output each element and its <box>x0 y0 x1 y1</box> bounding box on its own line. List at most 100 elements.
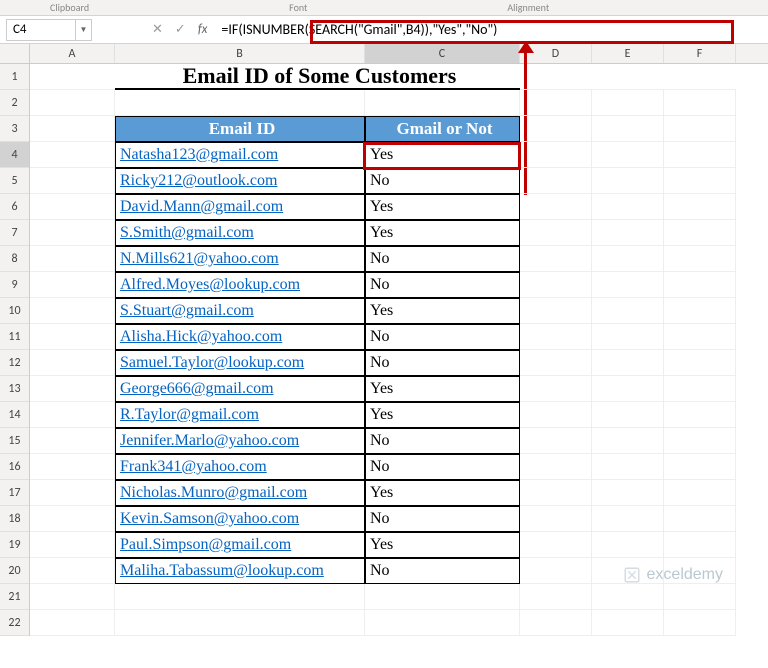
result-cell[interactable]: No <box>365 246 520 272</box>
cell-a15[interactable] <box>30 428 115 454</box>
result-cell[interactable]: No <box>365 324 520 350</box>
cell-d8[interactable] <box>520 246 592 272</box>
cell-e7[interactable] <box>592 220 664 246</box>
email-cell[interactable]: Samuel.Taylor@lookup.com <box>115 350 365 376</box>
name-box-dropdown[interactable]: ▼ <box>76 19 92 41</box>
email-cell[interactable]: S.Smith@gmail.com <box>115 220 365 246</box>
cell-a16[interactable] <box>30 454 115 480</box>
cell-d2[interactable] <box>520 90 592 116</box>
cell-e4[interactable] <box>592 142 664 168</box>
cell-f10[interactable] <box>664 298 736 324</box>
row-header-18[interactable]: 18 <box>0 506 29 532</box>
cell-f2[interactable] <box>664 90 736 116</box>
email-link[interactable]: Ricky212@outlook.com <box>120 172 277 190</box>
cell-d20[interactable] <box>520 558 592 584</box>
email-cell[interactable]: Frank341@yahoo.com <box>115 454 365 480</box>
select-all-corner[interactable] <box>0 44 30 63</box>
email-link[interactable]: Nicholas.Munro@gmail.com <box>120 484 307 502</box>
row-header-17[interactable]: 17 <box>0 480 29 506</box>
cell-f15[interactable] <box>664 428 736 454</box>
cell-a11[interactable] <box>30 324 115 350</box>
result-cell[interactable]: No <box>365 168 520 194</box>
cell-a4[interactable] <box>30 142 115 168</box>
row-header-1[interactable]: 1 <box>0 64 29 90</box>
cell-a7[interactable] <box>30 220 115 246</box>
cell-f7[interactable] <box>664 220 736 246</box>
cell-a12[interactable] <box>30 350 115 376</box>
cell-e12[interactable] <box>592 350 664 376</box>
cell-d15[interactable] <box>520 428 592 454</box>
email-link[interactable]: Alisha.Hick@yahoo.com <box>120 328 282 346</box>
email-cell[interactable]: Natasha123@gmail.com <box>115 142 365 168</box>
cell-f18[interactable] <box>664 506 736 532</box>
row-header-11[interactable]: 11 <box>0 324 29 350</box>
cell-d6[interactable] <box>520 194 592 220</box>
cell-e5[interactable] <box>592 168 664 194</box>
email-link[interactable]: Maliha.Tabassum@lookup.com <box>120 562 324 580</box>
cell-a5[interactable] <box>30 168 115 194</box>
name-box[interactable]: C4 <box>6 19 76 41</box>
result-cell[interactable]: No <box>365 558 520 584</box>
email-cell[interactable]: Nicholas.Munro@gmail.com <box>115 480 365 506</box>
cell-d4[interactable] <box>520 142 592 168</box>
cell-a8[interactable] <box>30 246 115 272</box>
cell-d21[interactable] <box>520 584 592 610</box>
email-cell[interactable]: Alisha.Hick@yahoo.com <box>115 324 365 350</box>
header-email-id[interactable]: Email ID <box>115 116 365 142</box>
cell-e22[interactable] <box>592 610 664 636</box>
cell-d12[interactable] <box>520 350 592 376</box>
cell-a14[interactable] <box>30 402 115 428</box>
email-cell[interactable]: Alfred.Moyes@lookup.com <box>115 272 365 298</box>
result-cell[interactable]: No <box>365 454 520 480</box>
cell-f6[interactable] <box>664 194 736 220</box>
cell-e17[interactable] <box>592 480 664 506</box>
email-link[interactable]: Jennifer.Marlo@yahoo.com <box>120 432 299 450</box>
col-header-f[interactable]: F <box>664 44 736 63</box>
cell-d13[interactable] <box>520 376 592 402</box>
fx-icon[interactable]: fx <box>198 22 208 37</box>
enter-icon[interactable]: ✓ <box>175 22 186 37</box>
cell-e19[interactable] <box>592 532 664 558</box>
cell-f5[interactable] <box>664 168 736 194</box>
cell-f9[interactable] <box>664 272 736 298</box>
result-cell[interactable]: Yes <box>365 402 520 428</box>
cell-e15[interactable] <box>592 428 664 454</box>
email-link[interactable]: George666@gmail.com <box>120 380 274 398</box>
result-cell[interactable]: Yes <box>365 194 520 220</box>
row-header-21[interactable]: 21 <box>0 584 29 610</box>
row-header-22[interactable]: 22 <box>0 610 29 636</box>
cell-a6[interactable] <box>30 194 115 220</box>
result-cell[interactable]: No <box>365 272 520 298</box>
cell-f17[interactable] <box>664 480 736 506</box>
cell-f16[interactable] <box>664 454 736 480</box>
cell-e1[interactable] <box>592 64 664 90</box>
row-header-6[interactable]: 6 <box>0 194 29 220</box>
cell-f22[interactable] <box>664 610 736 636</box>
cell-e14[interactable] <box>592 402 664 428</box>
cell-f12[interactable] <box>664 350 736 376</box>
row-header-12[interactable]: 12 <box>0 350 29 376</box>
row-header-19[interactable]: 19 <box>0 532 29 558</box>
cell-d5[interactable] <box>520 168 592 194</box>
cell-e3[interactable] <box>592 116 664 142</box>
col-header-a[interactable]: A <box>30 44 115 63</box>
cell-d7[interactable] <box>520 220 592 246</box>
cell-a18[interactable] <box>30 506 115 532</box>
cell-d9[interactable] <box>520 272 592 298</box>
cell-e9[interactable] <box>592 272 664 298</box>
cell-a1[interactable] <box>30 64 115 90</box>
row-header-9[interactable]: 9 <box>0 272 29 298</box>
row-header-5[interactable]: 5 <box>0 168 29 194</box>
result-cell[interactable]: Yes <box>365 220 520 246</box>
row-header-13[interactable]: 13 <box>0 376 29 402</box>
row-header-7[interactable]: 7 <box>0 220 29 246</box>
email-link[interactable]: N.Mills621@yahoo.com <box>120 250 279 268</box>
cell-a9[interactable] <box>30 272 115 298</box>
row-header-10[interactable]: 10 <box>0 298 29 324</box>
cell-d18[interactable] <box>520 506 592 532</box>
result-cell[interactable]: No <box>365 428 520 454</box>
cell-e13[interactable] <box>592 376 664 402</box>
cell-b22[interactable] <box>115 610 365 636</box>
email-cell[interactable]: S.Stuart@gmail.com <box>115 298 365 324</box>
email-cell[interactable]: Paul.Simpson@gmail.com <box>115 532 365 558</box>
